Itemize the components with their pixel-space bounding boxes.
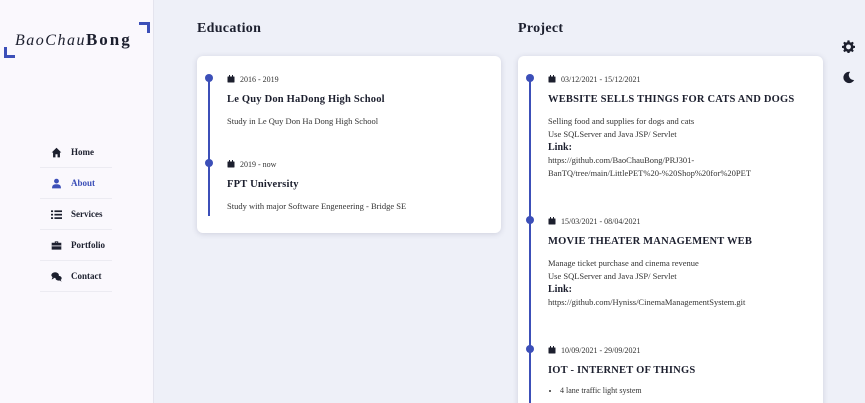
calendar-icon	[548, 217, 556, 225]
nav-label-portfolio: Portfolio	[71, 240, 105, 250]
entry-title: Le Quy Don HaDong High School	[227, 94, 385, 105]
sidebar: BaoChauBong Home About Services Portfoli…	[0, 0, 154, 403]
nav-item-services[interactable]: Services	[40, 199, 112, 230]
entry-date: 10/09/2021 - 29/09/2021	[548, 344, 809, 356]
calendar-icon	[548, 75, 556, 83]
entry-date-text: 15/03/2021 - 08/04/2021	[561, 216, 641, 226]
entry-date-text: 2016 - 2019	[240, 74, 279, 84]
entry-description: Study with major Software Engeneering - …	[227, 201, 407, 211]
briefcase-icon	[49, 239, 63, 251]
home-icon	[49, 146, 63, 158]
education-timeline-dot	[205, 159, 213, 167]
entry-description-line: Manage ticket purchase and cinema revenu…	[548, 258, 699, 268]
entry-link-line[interactable]: https://github.com/BaoChauBong/PRJ301-	[548, 154, 809, 167]
entry-bullet-item: 4 lane traffic light system	[560, 386, 809, 395]
entry-description-line: Use SQLServer and Java JSP/ Servlet	[548, 271, 677, 281]
project-entry: 03/12/2021 - 15/12/2021 WEBSITE SELLS TH…	[548, 73, 809, 180]
entry-description-line: Selling food and supplies for dogs and c…	[548, 116, 695, 126]
nav-label-contact: Contact	[71, 271, 102, 281]
project-timeline-dot	[526, 74, 534, 82]
logo-text: BaoChauBong	[15, 30, 132, 50]
logo-script: BaoChau	[15, 32, 86, 49]
logo-corner-bottom-left	[4, 47, 15, 58]
entry-date: 03/12/2021 - 15/12/2021	[548, 73, 809, 85]
entry-date: 2019 - now	[227, 158, 487, 170]
nav-menu: Home About Services Portfolio Contact	[40, 137, 112, 292]
project-timeline-dot	[526, 216, 534, 224]
dark-mode-toggle[interactable]	[839, 68, 857, 86]
entry-link-line[interactable]: BanTQ/tree/main/LittlePET%20-%20Shop%20f…	[548, 167, 809, 180]
education-timeline-dot	[205, 74, 213, 82]
nav-label-about: About	[71, 178, 96, 188]
project-card: 03/12/2021 - 15/12/2021 WEBSITE SELLS TH…	[518, 56, 823, 403]
project-entry: 10/09/2021 - 29/09/2021 IOT - INTERNET O…	[548, 344, 809, 396]
entry-date-text: 10/09/2021 - 29/09/2021	[561, 345, 641, 355]
entry-description: Selling food and supplies for dogs and c…	[548, 115, 809, 141]
calendar-icon	[227, 75, 235, 83]
education-timeline-line	[208, 76, 210, 216]
entry-date-text: 03/12/2021 - 15/12/2021	[561, 74, 641, 84]
entry-description: Manage ticket purchase and cinema revenu…	[548, 257, 809, 283]
logo-bold: Bong	[85, 30, 132, 49]
project-timeline-dot	[526, 345, 534, 353]
logo[interactable]: BaoChauBong	[4, 22, 150, 58]
gear-icon	[841, 39, 855, 53]
education-entry: 2019 - now FPT University Study with maj…	[227, 158, 487, 213]
entry-title: WEBSITE SELLS THINGS FOR CATS AND DOGS	[548, 94, 795, 105]
nav-item-contact[interactable]: Contact	[40, 261, 112, 292]
entry-title: MOVIE THEATER MANAGEMENT WEB	[548, 236, 753, 247]
calendar-icon	[227, 160, 235, 168]
list-icon	[49, 208, 63, 220]
nav-label-services: Services	[71, 209, 103, 219]
chat-icon	[49, 270, 63, 282]
calendar-icon	[548, 346, 556, 354]
entry-link[interactable]: https://github.com/BaoChauBong/PRJ301- B…	[548, 154, 809, 180]
user-icon	[49, 177, 63, 189]
entry-bullet-list: 4 lane traffic light system	[548, 386, 809, 395]
entry-description: Study in Le Quy Don Ha Dong High School	[227, 116, 379, 126]
education-heading: Education	[197, 21, 262, 36]
entry-date-text: 2019 - now	[240, 159, 277, 169]
entry-link-label: Link:	[548, 142, 572, 153]
nav-label-home: Home	[71, 147, 94, 157]
settings-button[interactable]	[839, 37, 857, 55]
entry-title: IOT - INTERNET OF THINGS	[548, 365, 696, 376]
entry-date: 2016 - 2019	[227, 73, 487, 85]
nav-item-home[interactable]: Home	[40, 137, 112, 168]
entry-link-label: Link:	[548, 284, 572, 295]
nav-item-portfolio[interactable]: Portfolio	[40, 230, 112, 261]
nav-item-about[interactable]: About	[40, 168, 112, 199]
project-entry: 15/03/2021 - 08/04/2021 MOVIE THEATER MA…	[548, 215, 809, 309]
entry-description-line: Use SQLServer and Java JSP/ Servlet	[548, 129, 677, 139]
entry-link[interactable]: https://github.com/Hyniss/CinemaManageme…	[548, 296, 809, 309]
logo-corner-top-right	[139, 22, 150, 33]
education-card: 2016 - 2019 Le Quy Don HaDong High Schoo…	[197, 56, 501, 233]
project-timeline-line	[529, 76, 531, 403]
education-entry: 2016 - 2019 Le Quy Don HaDong High Schoo…	[227, 73, 487, 128]
entry-date: 15/03/2021 - 08/04/2021	[548, 215, 809, 227]
project-heading: Project	[518, 21, 564, 36]
moon-icon	[842, 71, 854, 83]
entry-title: FPT University	[227, 179, 299, 190]
